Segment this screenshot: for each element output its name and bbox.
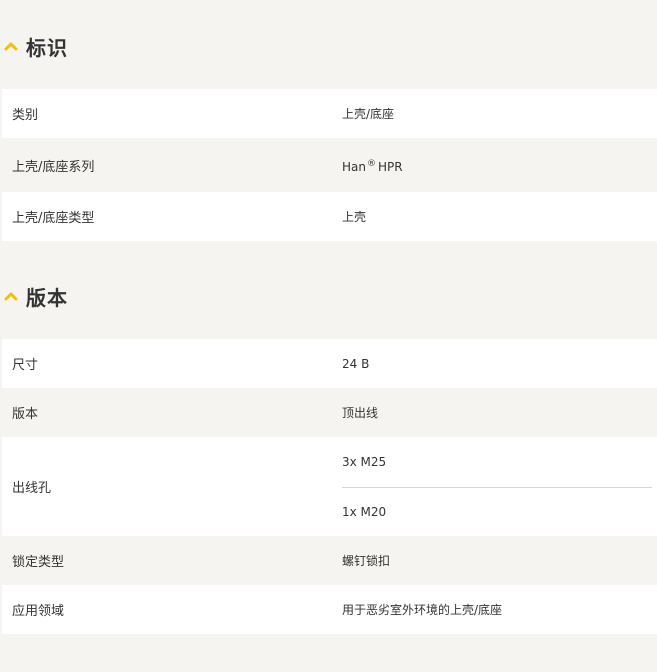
- row-value: 1x M20: [342, 505, 387, 519]
- section-title: 标识: [26, 35, 68, 60]
- table-row: 类别 上壳/底座: [2, 89, 657, 138]
- section-title: 版本: [26, 285, 68, 310]
- table-row: 上壳/底座系列 Han® HPR: [2, 138, 657, 192]
- table-row: 锁定类型 螺钉锁扣: [2, 536, 657, 585]
- row-label: 尺寸: [12, 358, 39, 373]
- chevron-up-icon: [4, 292, 18, 301]
- series-suffix: HPR: [377, 160, 403, 174]
- series-name: Han: [342, 160, 366, 174]
- identification-table: 类别 上壳/底座 上壳/底座系列 Han® HPR 上壳/底座类型 上壳: [2, 89, 657, 241]
- row-value: 3x M25: [342, 437, 652, 488]
- row-label: 出线孔: [12, 481, 52, 496]
- row-label: 应用领域: [12, 604, 65, 619]
- row-label: 版本: [12, 407, 39, 422]
- version-table: 尺寸 24 B 版本 顶出线 出线孔 3x M25 1x M20 锁定类型 螺钉…: [2, 339, 657, 634]
- table-row: 应用领域 用于恶劣室外环境的上壳/底座: [2, 585, 657, 634]
- row-value: 螺钉锁扣: [342, 554, 391, 568]
- row-label: 上壳/底座系列: [12, 159, 95, 175]
- table-row: 尺寸 24 B: [2, 339, 657, 388]
- row-value-list: 3x M25 1x M20: [342, 437, 652, 536]
- section-header-version[interactable]: 版本: [0, 281, 68, 311]
- page: 标识 类别 上壳/底座 上壳/底座系列 Han® HPR 上壳/底座类型 上壳 版…: [0, 0, 657, 672]
- row-label: 类别: [12, 108, 39, 123]
- row-value: 上壳: [342, 210, 367, 224]
- row-label: 上壳/底座类型: [12, 211, 95, 226]
- row-value: 24 B: [342, 356, 370, 371]
- chevron-up-icon: [4, 42, 18, 51]
- table-row: 版本 顶出线: [2, 388, 657, 437]
- section-header-identification[interactable]: 标识: [0, 31, 68, 61]
- row-label: 锁定类型: [12, 555, 65, 570]
- table-row: 上壳/底座类型 上壳: [2, 192, 657, 241]
- registered-mark: ®: [366, 159, 376, 169]
- row-value: 顶出线: [342, 406, 379, 420]
- row-value: Han® HPR: [342, 159, 403, 174]
- table-row: 出线孔 3x M25 1x M20: [2, 437, 657, 536]
- row-value: 上壳/底座: [342, 107, 395, 121]
- row-value: 用于恶劣室外环境的上壳/底座: [342, 603, 503, 617]
